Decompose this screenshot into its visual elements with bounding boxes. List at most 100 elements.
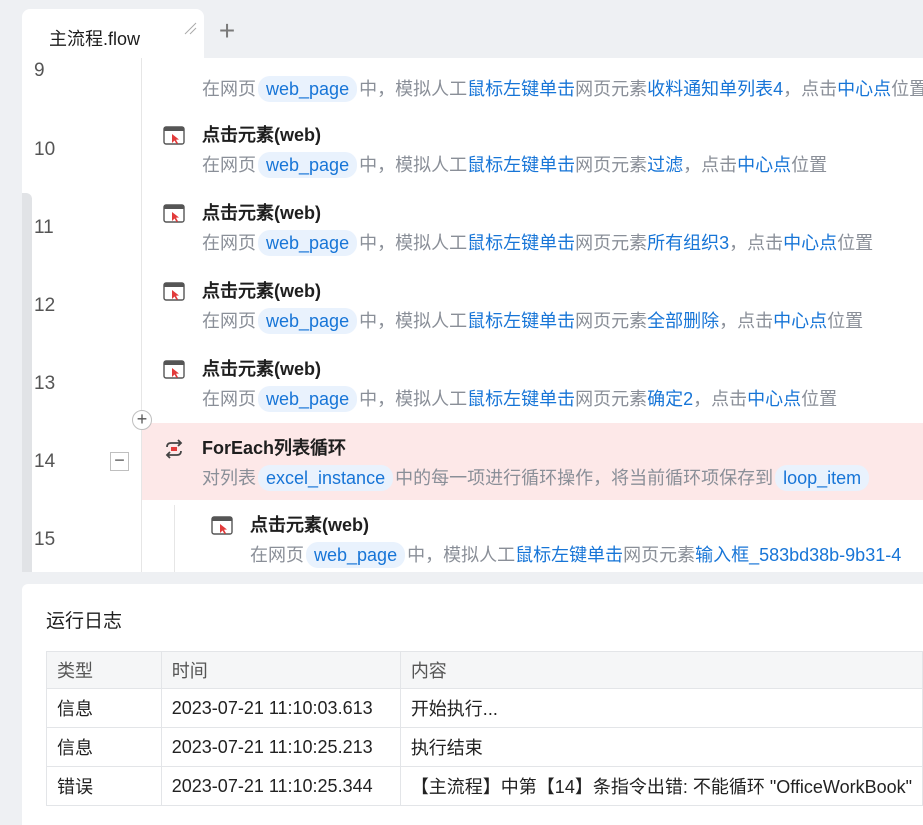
command-row-error[interactable]: ForEach列表循环 对列表 excel_instance 中的每一项进行循环操作… [202,435,871,492]
line-number: 12 [34,295,56,316]
table-row[interactable]: 信息 2023-07-21 11:10:03.613 开始执行... [46,688,923,728]
command-description: 在网页 web_page 中，模拟人工鼠标左键单击网页元素全部删除，点击中心点位置 [202,307,863,335]
desc-text: 中的每一项进行循环操作，将当前循环项保存到 [395,468,774,488]
variable-chip[interactable]: excel_instance [258,465,394,491]
desc-text: 位置 [827,311,864,331]
command-description: 在网页 web_page 中，模拟人工鼠标左键单击网页元素收料通知单列表4，点击中心… [202,75,923,103]
desc-text: ，点击 [683,155,738,175]
desc-text: 在网页 [202,233,256,253]
click-element-icon [211,516,233,535]
insert-step-button[interactable]: + [132,410,152,430]
param-highlight: 中心点 [783,233,838,253]
variable-chip[interactable]: web_page [258,386,358,412]
desc-text: 中，模拟人工 [359,233,468,253]
log-title: 运行日志 [46,611,123,632]
add-tab-icon[interactable]: + [215,17,239,45]
table-row[interactable]: 错误 2023-07-21 11:10:25.344 【主流程】中第【14】条指… [46,766,923,806]
log-type: 信息 [46,688,162,728]
param-highlight: 鼠标左键单击 [515,545,624,565]
log-content: 开始执行... [399,688,923,728]
line-number: 10 [34,139,56,160]
log-content: 执行结束 [399,727,923,767]
editor-scrollbar[interactable] [22,193,32,572]
click-element-icon [163,204,185,223]
variable-chip[interactable]: loop_item [775,465,870,491]
desc-text: 中，模拟人工 [407,545,516,565]
desc-text: 中，模拟人工 [359,311,468,331]
command-title: 点击元素(web) [202,359,321,379]
log-header-row: 类型 时间 内容 [46,651,923,689]
command-title: 点击元素(web) [202,125,321,145]
resize-corner-icon [184,22,197,35]
desc-text: ，点击 [719,311,774,331]
command-row[interactable]: 点击元素(web) 在网页 web_page 中，模拟人工鼠标左键单击网页元素输入框… [250,512,901,569]
flow-editor: 9 10 11 12 13 14 15 + − 在网页 web_page 中，模拟人… [22,58,923,572]
collapse-loop-button[interactable]: − [110,451,129,471]
variable-chip[interactable]: web_page [258,152,358,178]
command-row[interactable]: 点击元素(web) 在网页 web_page 中，模拟人工鼠标左键单击网页元素全部删… [202,278,863,335]
tab-main-flow[interactable]: 主流程.flow [22,9,204,61]
line-number: 14 [34,451,56,472]
line-number: 9 [34,60,45,81]
variable-chip[interactable]: web_page [258,230,358,256]
column-header-time[interactable]: 时间 [160,651,401,689]
command-row[interactable]: 点击元素(web) 在网页 web_page 中，模拟人工鼠标左键单击网页元素过滤，… [202,122,827,179]
desc-text: 位置 [801,389,838,409]
desc-text: 网页元素 [575,155,648,175]
param-highlight: 鼠标左键单击 [467,233,576,253]
param-highlight: 中心点 [773,311,828,331]
log-content: 【主流程】中第【14】条指令出错: 不能循环 "OfficeWorkBook" [399,766,923,806]
desc-text: 网页元素 [575,389,648,409]
log-time: 2023-07-21 11:10:25.344 [160,766,401,806]
log-table: 类型 时间 内容 信息 2023-07-21 11:10:03.613 开始执行… [46,651,923,806]
command-description: 在网页 web_page 中，模拟人工鼠标左键单击网页元素输入框_583bd38b-… [250,541,901,569]
variable-chip[interactable]: web_page [258,76,358,102]
desc-text: 在网页 [250,545,304,565]
desc-text: 网页元素 [623,545,696,565]
column-header-content[interactable]: 内容 [399,651,923,689]
param-highlight: 输入框_583bd38b-9b31-4 [695,545,902,565]
column-header-type[interactable]: 类型 [46,651,162,689]
desc-text: 中，模拟人工 [359,79,468,99]
desc-text: 在网页 [202,389,256,409]
tab-bar: 主流程.flow + [0,0,923,61]
desc-text: 位置 [891,79,923,99]
command-description: 对列表 excel_instance 中的每一项进行循环操作，将当前循环项保存到 lo… [202,464,871,492]
param-highlight: 鼠标左键单击 [467,311,576,331]
loop-icon [165,439,183,459]
param-highlight: 中心点 [737,155,792,175]
variable-chip[interactable]: web_page [306,542,406,568]
param-highlight: 所有组织3 [647,233,730,253]
table-row[interactable]: 信息 2023-07-21 11:10:25.213 执行结束 [46,727,923,767]
command-row[interactable]: 点击元素(web) 在网页 web_page 中，模拟人工鼠标左键单击网页元素确定2… [202,356,837,413]
command-title: ForEach列表循环 [202,438,347,458]
command-description: 在网页 web_page 中，模拟人工鼠标左键单击网页元素所有组织3，点击中心点位置 [202,229,873,257]
desc-text: 位置 [837,233,874,253]
command-row[interactable]: 在网页 web_page 中，模拟人工鼠标左键单击网页元素收料通知单列表4，点击中心… [202,72,923,103]
param-highlight: 鼠标左键单击 [467,79,576,99]
line-number: 13 [34,373,56,394]
app-window: 主流程.flow + 9 10 11 12 13 14 15 + − 在网页 we… [0,0,923,825]
command-title: 点击元素(web) [250,515,369,535]
desc-text: 对列表 [202,468,256,488]
desc-text: 在网页 [202,311,256,331]
param-highlight: 过滤 [647,155,684,175]
command-title: 点击元素(web) [202,203,321,223]
param-highlight: 中心点 [837,79,892,99]
click-element-icon [163,360,185,379]
desc-text: ，点击 [729,233,784,253]
param-highlight: 确定2 [647,389,694,409]
param-highlight: 收料通知单列表4 [647,79,784,99]
desc-text: 在网页 [202,155,256,175]
variable-chip[interactable]: web_page [258,308,358,334]
desc-text: 中，模拟人工 [359,155,468,175]
command-description: 在网页 web_page 中，模拟人工鼠标左键单击网页元素确定2，点击中心点位置 [202,385,837,413]
click-element-icon [163,282,185,301]
desc-text: ，点击 [693,389,748,409]
command-row[interactable]: 点击元素(web) 在网页 web_page 中，模拟人工鼠标左键单击网页元素所有组… [202,200,873,257]
command-title: 点击元素(web) [202,281,321,301]
param-highlight: 全部删除 [647,311,720,331]
desc-text: 中，模拟人工 [359,389,468,409]
desc-text: 网页元素 [575,311,648,331]
desc-text: 网页元素 [575,233,648,253]
